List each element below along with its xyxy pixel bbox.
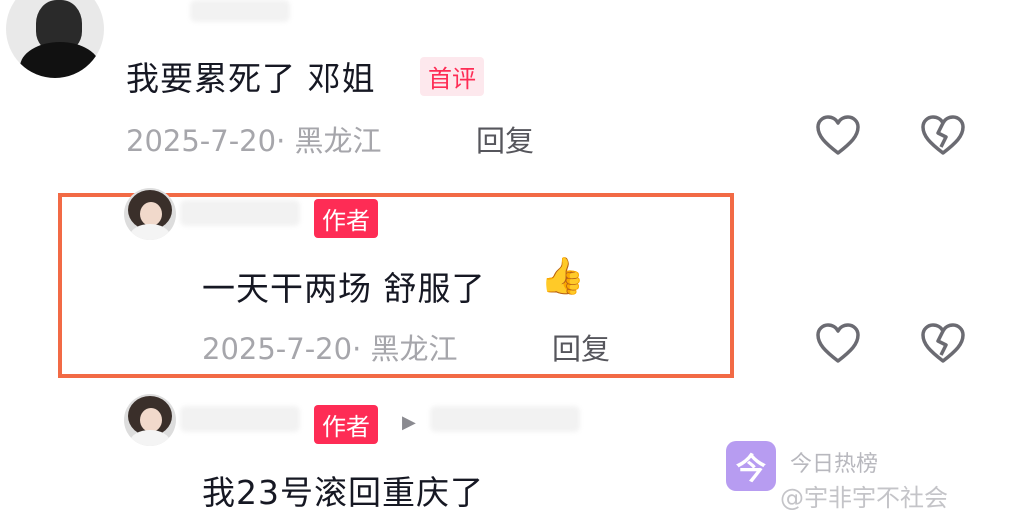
username-blurred [180,200,300,226]
comment-date-location: 2025-7-20· 黑龙江 [202,332,458,366]
watermark-title: 今日热榜 [790,452,879,477]
heart-outline-icon[interactable] [815,322,861,364]
jinri-rebang-logo-icon: 今 [726,441,776,491]
comment-text: 我要累死了 邓姐 [126,59,376,98]
play-arrow-icon: ▶ [402,412,416,433]
username-blurred [180,406,300,432]
comment-text: 我23号滚回重庆了 [202,473,484,512]
author-badge: 作者 [314,199,378,238]
first-comment-badge: 首评 [420,57,484,96]
reply-button[interactable]: 回复 [476,118,534,160]
avatar[interactable] [124,188,176,240]
avatar[interactable] [124,394,176,446]
watermark-source: @宇非宇不社会 [780,484,948,512]
heart-outline-icon[interactable] [815,114,861,156]
broken-heart-icon[interactable] [920,114,966,156]
username-blurred [430,406,580,432]
broken-heart-icon[interactable] [920,322,966,364]
avatar[interactable] [6,0,104,78]
username-blurred [190,0,290,22]
author-badge: 作者 [314,405,378,444]
reply-button[interactable]: 回复 [552,326,610,368]
comment-text: 一天干两场 舒服了 [202,269,486,308]
thumbs-up-emoji: 👍 [540,256,585,297]
comment-date-location: 2025-7-20· 黑龙江 [126,124,382,158]
